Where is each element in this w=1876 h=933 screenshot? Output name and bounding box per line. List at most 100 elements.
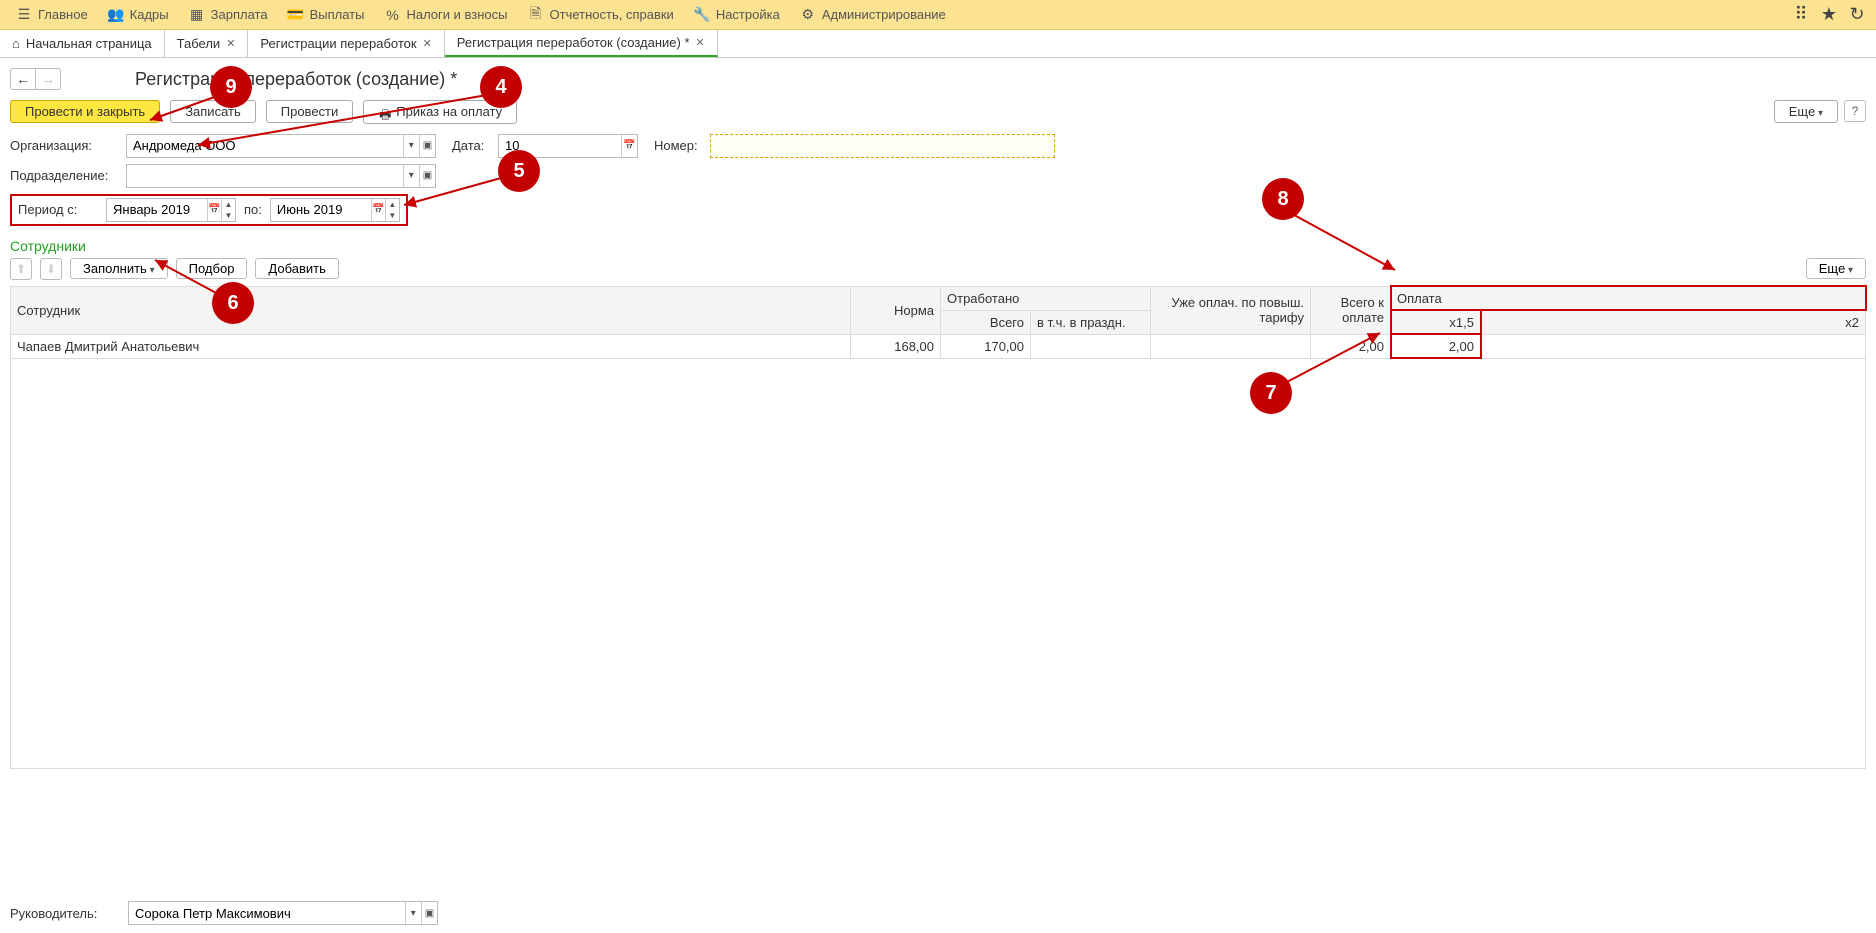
tab-timesheets[interactable]: Табели ✕ bbox=[165, 30, 249, 57]
th-x2[interactable]: x2 bbox=[1481, 310, 1866, 334]
menu-admin[interactable]: ⚙Администрирование bbox=[790, 0, 956, 29]
leader-label: Руководитель: bbox=[10, 906, 120, 921]
apps-icon[interactable]: ⠿ bbox=[1792, 6, 1810, 24]
close-icon[interactable]: ✕ bbox=[226, 37, 235, 50]
th-employee[interactable]: Сотрудник bbox=[11, 286, 851, 334]
add-button[interactable]: Добавить bbox=[255, 258, 338, 279]
menu-label: Зарплата bbox=[211, 7, 268, 22]
tab-strip: ⌂Начальная страница Табели ✕ Регистрации … bbox=[0, 30, 1876, 58]
menu-label: Отчетность, справки bbox=[550, 7, 674, 22]
menu-main[interactable]: ☰Главное bbox=[6, 0, 98, 29]
menu-salary[interactable]: ▦ Зарплата bbox=[179, 0, 278, 29]
leader-input[interactable] bbox=[129, 902, 405, 924]
tab-overtime-list[interactable]: Регистрации переработок ✕ bbox=[248, 30, 444, 57]
menu-payments[interactable]: 💳Выплаты bbox=[278, 0, 375, 29]
cell-employee[interactable]: Чапаев Дмитрий Анатольевич bbox=[11, 334, 851, 358]
tab-label: Начальная страница bbox=[26, 36, 152, 51]
tab-start-page[interactable]: ⌂Начальная страница bbox=[0, 30, 165, 57]
back-button[interactable]: ← bbox=[10, 68, 36, 90]
th-worked-total[interactable]: Всего bbox=[941, 310, 1031, 334]
post-button[interactable]: Провести bbox=[266, 100, 354, 123]
grid-icon: ▦ bbox=[189, 7, 205, 23]
calendar-icon[interactable]: 📅 bbox=[207, 199, 221, 221]
calendar-icon[interactable]: 📅 bbox=[371, 199, 385, 221]
tab-label: Табели bbox=[177, 36, 221, 51]
period-to-label: по: bbox=[244, 202, 262, 217]
card-icon: 💳 bbox=[288, 7, 304, 23]
cell-x2[interactable] bbox=[1481, 334, 1866, 358]
table-row[interactable]: Чапаев Дмитрий Анатольевич 168,00 170,00… bbox=[11, 334, 1866, 358]
move-down-button[interactable]: ⬇ bbox=[40, 258, 62, 280]
period-from-field[interactable]: 📅 ▲▼ bbox=[106, 198, 236, 222]
close-icon[interactable]: ✕ bbox=[696, 36, 705, 49]
tab-overtime-create[interactable]: Регистрация переработок (создание) *✕ bbox=[445, 30, 718, 57]
th-norm[interactable]: Норма bbox=[851, 286, 941, 334]
period-from-input[interactable] bbox=[107, 199, 207, 221]
tab-label: Регистрации переработок bbox=[260, 36, 416, 51]
callout-7: 7 bbox=[1250, 372, 1292, 414]
dept-label: Подразделение: bbox=[10, 168, 120, 183]
employees-table-wrap: Сотрудник Норма Отработано Уже оплач. по… bbox=[0, 286, 1876, 769]
history-icon[interactable]: ↻ bbox=[1848, 6, 1866, 24]
callout-4: 4 bbox=[480, 66, 522, 108]
org-input[interactable] bbox=[127, 135, 403, 157]
employees-sub-bar: ⬆ ⬇ Заполнить Подбор Добавить Еще bbox=[0, 258, 1876, 286]
cell-worked-holiday[interactable] bbox=[1031, 334, 1151, 358]
open-icon[interactable]: ▣ bbox=[419, 135, 435, 157]
open-icon[interactable]: ▣ bbox=[421, 902, 437, 924]
forward-button[interactable]: → bbox=[35, 68, 61, 90]
spin-down-icon[interactable]: ▼ bbox=[221, 210, 235, 221]
org-field[interactable]: ▾ ▣ bbox=[126, 134, 436, 158]
menu-settings[interactable]: 🔧Настройка bbox=[684, 0, 790, 29]
printer-icon: 🖶 bbox=[378, 106, 392, 120]
employees-table[interactable]: Сотрудник Норма Отработано Уже оплач. по… bbox=[10, 286, 1866, 359]
calendar-icon[interactable]: 📅 bbox=[621, 135, 637, 157]
org-label: Организация: bbox=[10, 138, 120, 153]
pick-button[interactable]: Подбор bbox=[176, 258, 248, 279]
menu-taxes[interactable]: % Налоги и взносы bbox=[374, 0, 517, 29]
more-button[interactable]: Еще bbox=[1806, 258, 1866, 279]
cell-to-pay-total[interactable]: 2,00 bbox=[1311, 334, 1391, 358]
th-already-paid[interactable]: Уже оплач. по повыш. тарифу bbox=[1151, 286, 1311, 334]
th-pay[interactable]: Оплата bbox=[1391, 286, 1866, 310]
nav-row: ← → Регистрация переработок (создание) * bbox=[0, 58, 1876, 96]
th-to-pay-total[interactable]: Всего к оплате bbox=[1311, 286, 1391, 334]
cell-x15[interactable]: 2,00 bbox=[1391, 334, 1481, 358]
menu-reports[interactable]: 🗎Отчетность, справки bbox=[518, 0, 684, 29]
fill-button[interactable]: Заполнить bbox=[70, 258, 168, 279]
post-and-close-button[interactable]: Провести и закрыть bbox=[10, 100, 160, 123]
period-to-field[interactable]: 📅 ▲▼ bbox=[270, 198, 400, 222]
cell-already-paid[interactable] bbox=[1151, 334, 1311, 358]
table-empty-area[interactable] bbox=[10, 359, 1866, 769]
dropdown-icon[interactable]: ▾ bbox=[403, 135, 419, 157]
spin-down-icon[interactable]: ▼ bbox=[385, 210, 399, 221]
spin-up-icon[interactable]: ▲ bbox=[385, 199, 399, 210]
period-to-input[interactable] bbox=[271, 199, 371, 221]
dept-field[interactable]: ▾ ▣ bbox=[126, 164, 436, 188]
percent-icon: % bbox=[384, 7, 400, 23]
spin-up-icon[interactable]: ▲ bbox=[221, 199, 235, 210]
number-field[interactable] bbox=[710, 134, 1055, 158]
cell-worked-total[interactable]: 170,00 bbox=[941, 334, 1031, 358]
more-button[interactable]: Еще bbox=[1774, 100, 1838, 123]
close-icon[interactable]: ✕ bbox=[423, 37, 432, 50]
favorite-icon[interactable]: ★ bbox=[1820, 6, 1838, 24]
dropdown-icon[interactable]: ▾ bbox=[403, 165, 419, 187]
leader-field[interactable]: ▾ ▣ bbox=[128, 901, 438, 925]
toolbar-right: ⠿ ★ ↻ bbox=[1792, 6, 1870, 24]
cell-norm[interactable]: 168,00 bbox=[851, 334, 941, 358]
th-worked-holiday[interactable]: в т.ч. в праздн. bbox=[1031, 310, 1151, 334]
help-button[interactable]: ? bbox=[1844, 100, 1866, 122]
menu-label: Настройка bbox=[716, 7, 780, 22]
dropdown-icon[interactable]: ▾ bbox=[405, 902, 421, 924]
open-icon[interactable]: ▣ bbox=[419, 165, 435, 187]
number-input[interactable] bbox=[711, 135, 1054, 157]
menu-label: Налоги и взносы bbox=[406, 7, 507, 22]
section-title-employees: Сотрудники bbox=[0, 232, 1876, 258]
move-up-button[interactable]: ⬆ bbox=[10, 258, 32, 280]
menu-staff[interactable]: 👥Кадры bbox=[98, 0, 179, 29]
th-x15[interactable]: x1,5 bbox=[1391, 310, 1481, 334]
th-worked[interactable]: Отработано bbox=[941, 286, 1151, 310]
dept-input[interactable] bbox=[127, 165, 403, 187]
form-area: Организация: ▾ ▣ Дата: 📅 Номер: Подразде… bbox=[0, 134, 1876, 226]
